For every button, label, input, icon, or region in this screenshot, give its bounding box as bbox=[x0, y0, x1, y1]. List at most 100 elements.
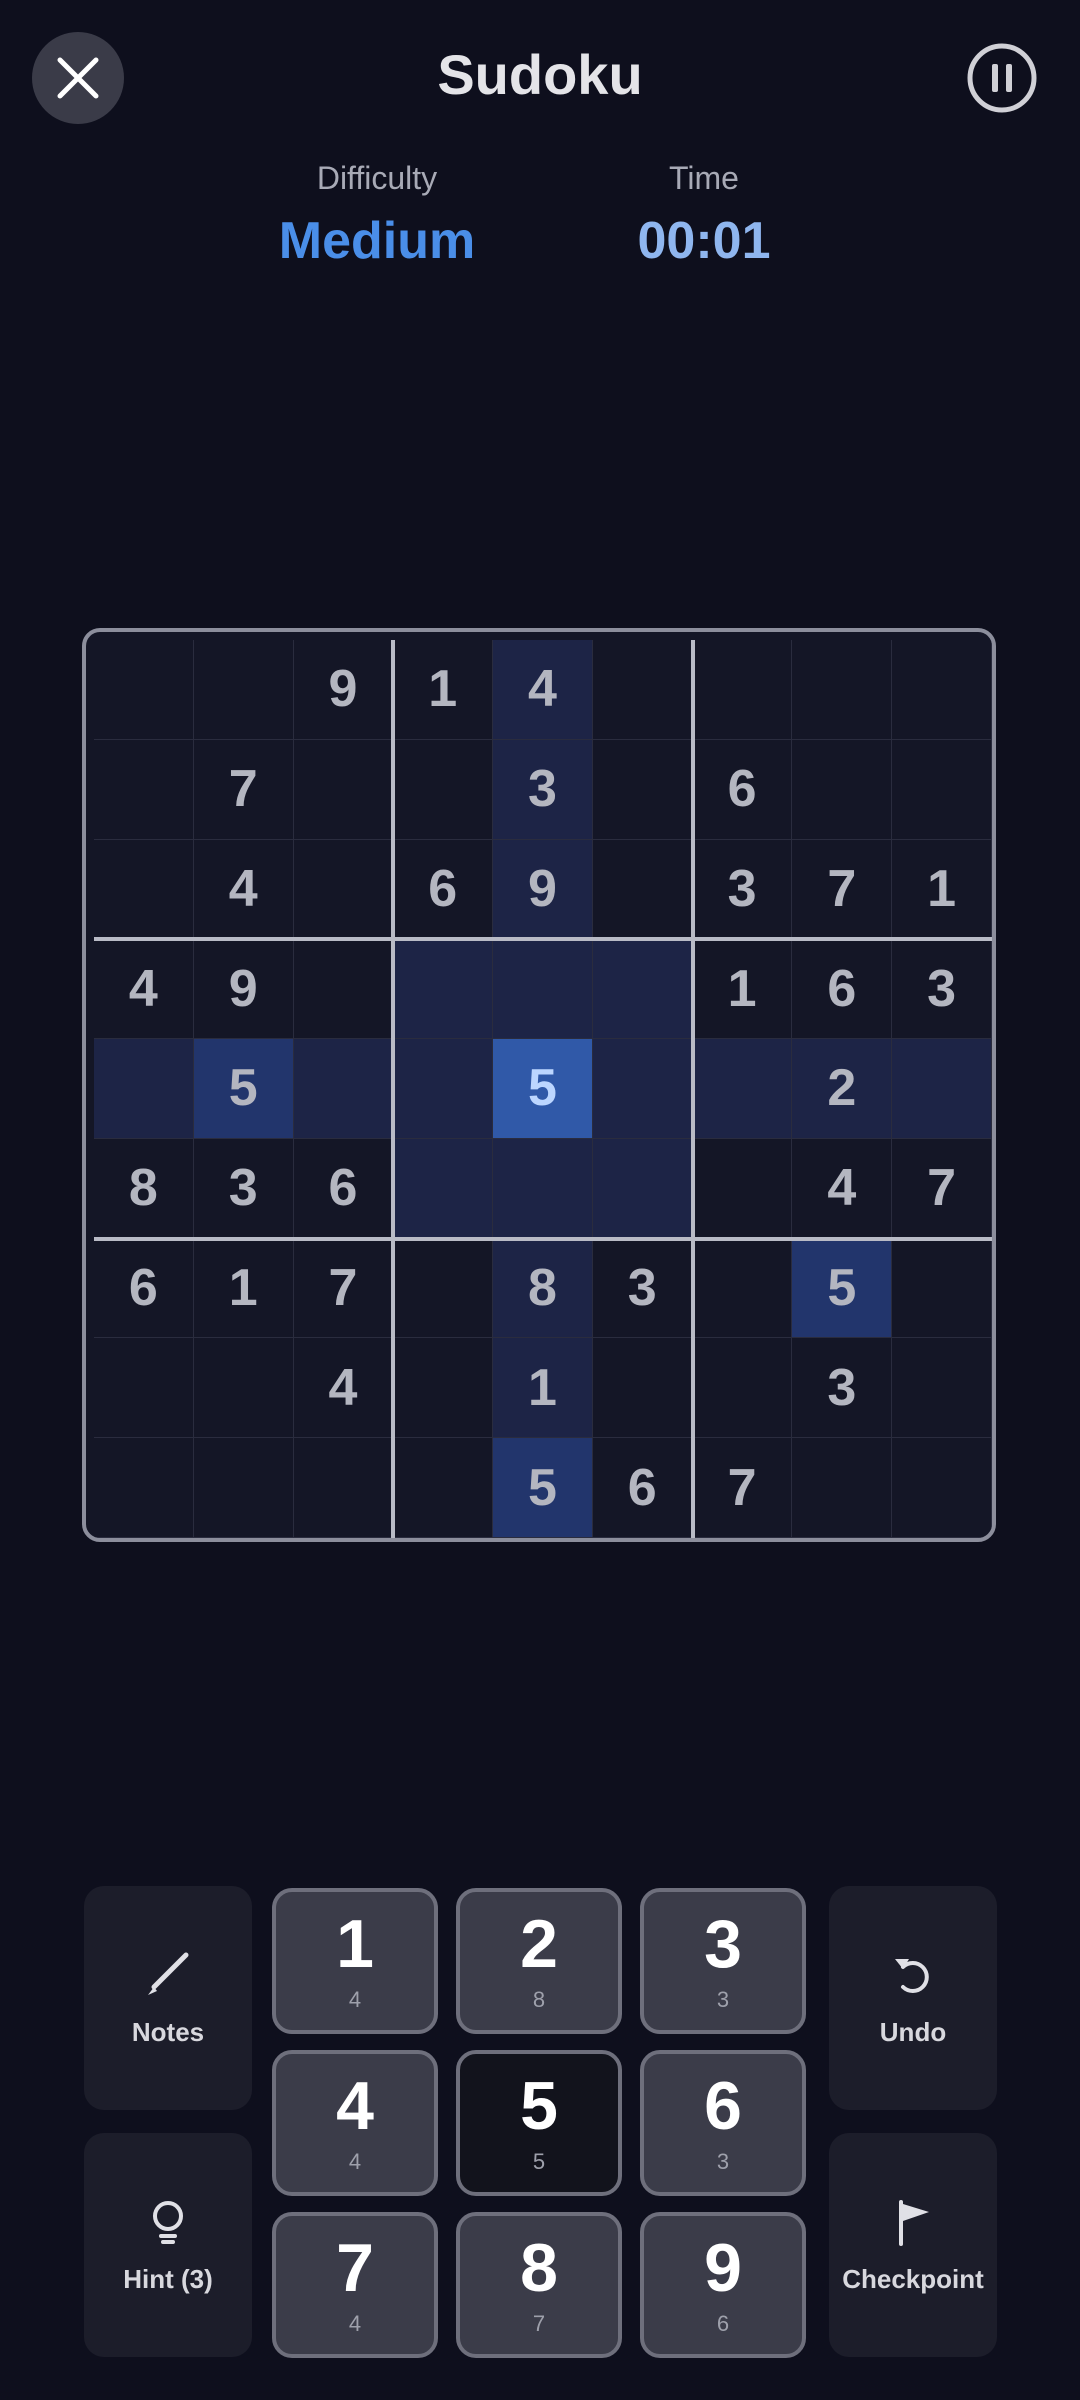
sudoku-cell[interactable] bbox=[493, 939, 593, 1040]
number-button-4[interactable]: 4 4 bbox=[272, 2050, 438, 2196]
sudoku-cell[interactable] bbox=[892, 1438, 992, 1538]
sudoku-cell[interactable] bbox=[193, 1338, 294, 1439]
sudoku-cell[interactable] bbox=[493, 1138, 593, 1239]
sudoku-cell[interactable]: 3 bbox=[493, 739, 593, 840]
sudoku-cell[interactable]: 6 bbox=[792, 939, 893, 1040]
sudoku-cell[interactable] bbox=[692, 1138, 793, 1239]
sudoku-cell[interactable] bbox=[892, 739, 992, 840]
sudoku-cell[interactable] bbox=[393, 1039, 494, 1139]
number-remaining: 3 bbox=[716, 2149, 730, 2174]
sudoku-cell[interactable] bbox=[692, 1238, 793, 1339]
number-button-3[interactable]: 3 3 bbox=[640, 1888, 806, 2034]
sudoku-cell[interactable] bbox=[94, 640, 194, 740]
sudoku-cell[interactable] bbox=[393, 1238, 494, 1339]
sudoku-cell[interactable]: 5 bbox=[193, 1039, 294, 1139]
sudoku-cell[interactable] bbox=[592, 640, 693, 740]
sudoku-cell[interactable] bbox=[892, 1338, 992, 1439]
number-button-2[interactable]: 2 8 bbox=[456, 1888, 622, 2034]
number-remaining: 4 bbox=[348, 2149, 362, 2174]
sudoku-cell[interactable] bbox=[293, 939, 394, 1040]
sudoku-cell[interactable]: 7 bbox=[792, 839, 893, 940]
number-button-1[interactable]: 1 4 bbox=[272, 1888, 438, 2034]
sudoku-cell[interactable] bbox=[692, 1039, 793, 1139]
sudoku-cell[interactable]: 6 bbox=[393, 839, 494, 940]
sudoku-cell[interactable]: 4 bbox=[792, 1138, 893, 1239]
sudoku-cell[interactable] bbox=[892, 1039, 992, 1139]
sudoku-cell[interactable]: 2 bbox=[792, 1039, 893, 1139]
sudoku-cell[interactable]: 5 bbox=[493, 1438, 593, 1538]
sudoku-cell[interactable] bbox=[592, 1039, 693, 1139]
sudoku-cell[interactable] bbox=[792, 1438, 893, 1538]
sudoku-cell[interactable]: 3 bbox=[892, 939, 992, 1040]
sudoku-cell[interactable]: 3 bbox=[792, 1338, 893, 1439]
sudoku-cell[interactable]: 3 bbox=[193, 1138, 294, 1239]
sudoku-cell[interactable]: 9 bbox=[293, 640, 394, 740]
sudoku-cell[interactable]: 1 bbox=[692, 939, 793, 1040]
sudoku-cell[interactable] bbox=[94, 1438, 194, 1538]
notes-button[interactable]: Notes bbox=[84, 1886, 252, 2110]
sudoku-cell[interactable]: 1 bbox=[193, 1238, 294, 1339]
sudoku-cell[interactable]: 5 bbox=[493, 1039, 593, 1139]
box-divider bbox=[690, 640, 695, 1538]
sudoku-cell[interactable]: 7 bbox=[193, 739, 294, 840]
sudoku-cell[interactable]: 8 bbox=[493, 1238, 593, 1339]
sudoku-cell[interactable]: 9 bbox=[193, 939, 294, 1040]
sudoku-cell[interactable]: 9 bbox=[493, 839, 593, 940]
sudoku-cell[interactable] bbox=[94, 1338, 194, 1439]
sudoku-cell[interactable]: 4 bbox=[94, 939, 194, 1040]
sudoku-cell[interactable] bbox=[592, 839, 693, 940]
sudoku-cell[interactable] bbox=[393, 739, 494, 840]
sudoku-cell[interactable] bbox=[94, 839, 194, 940]
sudoku-cell[interactable] bbox=[592, 1138, 693, 1239]
sudoku-cell[interactable] bbox=[892, 640, 992, 740]
sudoku-cell[interactable]: 3 bbox=[692, 839, 793, 940]
number-button-6[interactable]: 6 3 bbox=[640, 2050, 806, 2196]
box-divider bbox=[391, 640, 396, 1538]
pause-button[interactable] bbox=[966, 42, 1038, 114]
sudoku-cell[interactable]: 6 bbox=[692, 739, 793, 840]
sudoku-cell[interactable]: 6 bbox=[592, 1438, 693, 1538]
sudoku-cell[interactable] bbox=[592, 1338, 693, 1439]
sudoku-cell[interactable] bbox=[94, 739, 194, 840]
sudoku-cell[interactable] bbox=[393, 1138, 494, 1239]
sudoku-cell[interactable]: 4 bbox=[193, 839, 294, 940]
sudoku-cell[interactable]: 6 bbox=[293, 1138, 394, 1239]
sudoku-cell[interactable]: 7 bbox=[892, 1138, 992, 1239]
sudoku-cell[interactable]: 1 bbox=[393, 640, 494, 740]
sudoku-cell[interactable] bbox=[592, 939, 693, 1040]
sudoku-cell[interactable] bbox=[293, 1039, 394, 1139]
sudoku-cell[interactable] bbox=[592, 739, 693, 840]
sudoku-cell[interactable]: 6 bbox=[94, 1238, 194, 1339]
sudoku-cell[interactable] bbox=[94, 1039, 194, 1139]
number-button-5[interactable]: 5 5 bbox=[456, 2050, 622, 2196]
sudoku-cell[interactable] bbox=[393, 1338, 494, 1439]
sudoku-cell[interactable] bbox=[393, 1438, 494, 1538]
sudoku-cell[interactable]: 7 bbox=[293, 1238, 394, 1339]
sudoku-cell[interactable]: 5 bbox=[792, 1238, 893, 1339]
sudoku-cell[interactable] bbox=[293, 839, 394, 940]
sudoku-cell[interactable]: 4 bbox=[493, 640, 593, 740]
sudoku-cell[interactable] bbox=[692, 1338, 793, 1439]
number-button-9[interactable]: 9 6 bbox=[640, 2212, 806, 2358]
number-button-7[interactable]: 7 4 bbox=[272, 2212, 438, 2358]
sudoku-cell[interactable] bbox=[293, 739, 394, 840]
sudoku-cell[interactable] bbox=[792, 739, 893, 840]
checkpoint-button[interactable]: Checkpoint bbox=[829, 2133, 997, 2357]
undo-button[interactable]: Undo bbox=[829, 1886, 997, 2110]
sudoku-cell[interactable] bbox=[792, 640, 893, 740]
sudoku-cell[interactable] bbox=[193, 640, 294, 740]
sudoku-cell[interactable]: 4 bbox=[293, 1338, 394, 1439]
sudoku-cell[interactable] bbox=[193, 1438, 294, 1538]
sudoku-cell[interactable]: 8 bbox=[94, 1138, 194, 1239]
sudoku-cell[interactable]: 3 bbox=[592, 1238, 693, 1339]
sudoku-cell[interactable] bbox=[393, 939, 494, 1040]
sudoku-cell[interactable]: 1 bbox=[892, 839, 992, 940]
number-button-8[interactable]: 8 7 bbox=[456, 2212, 622, 2358]
sudoku-cell[interactable] bbox=[293, 1438, 394, 1538]
sudoku-cell[interactable]: 7 bbox=[692, 1438, 793, 1538]
page-title: Sudoku bbox=[437, 43, 643, 106]
sudoku-cell[interactable]: 1 bbox=[493, 1338, 593, 1439]
sudoku-cell[interactable] bbox=[892, 1238, 992, 1339]
sudoku-cell[interactable] bbox=[692, 640, 793, 740]
hint-button[interactable]: Hint (3) bbox=[84, 2133, 252, 2357]
